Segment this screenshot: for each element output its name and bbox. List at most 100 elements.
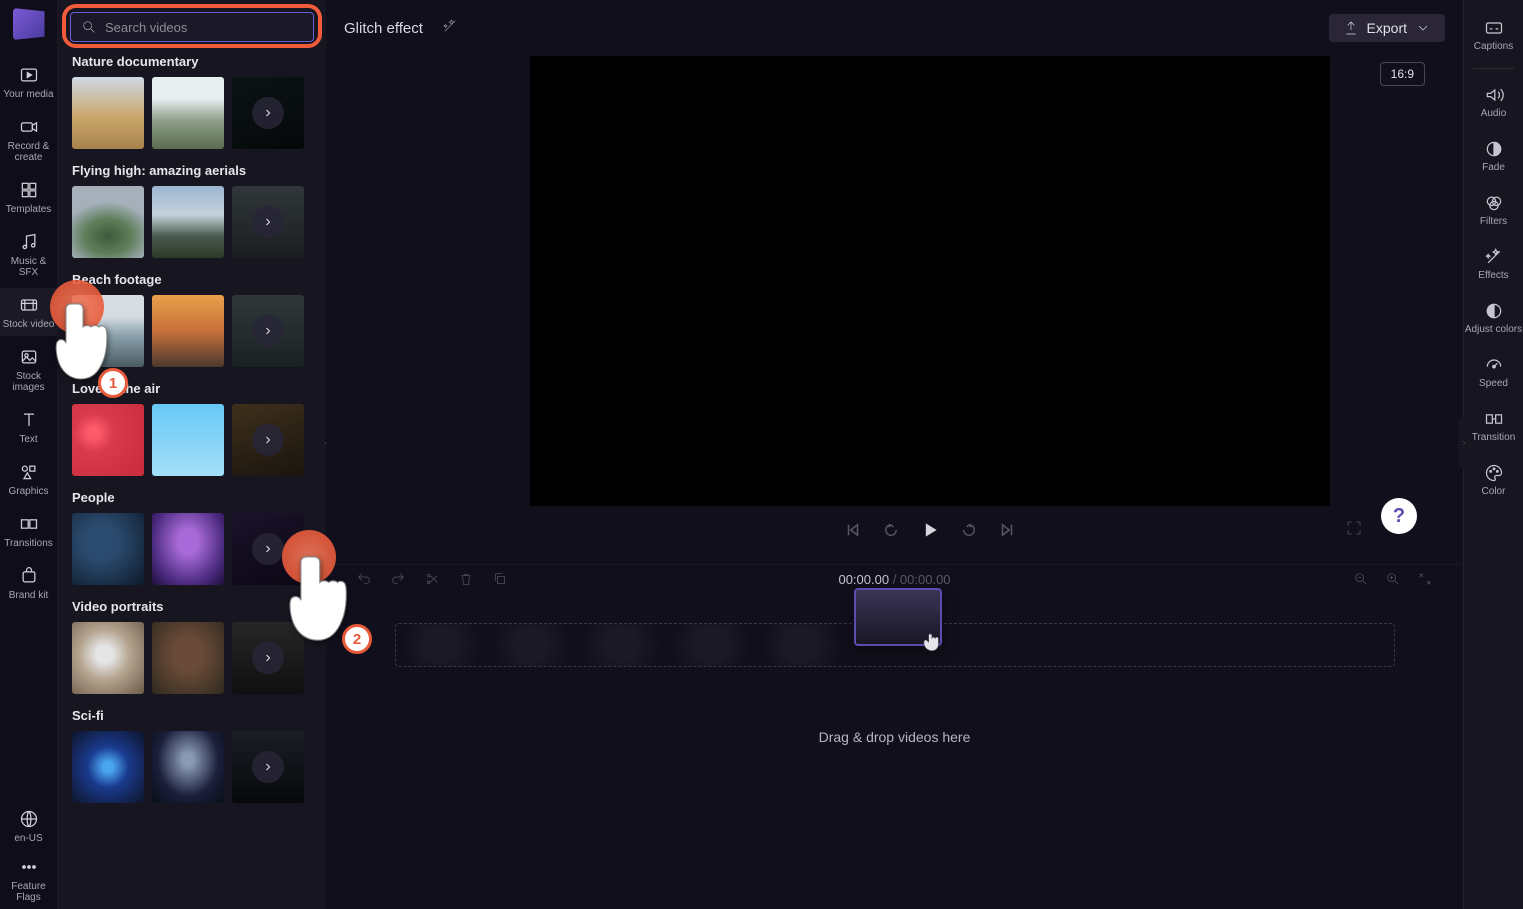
search-input[interactable]: [105, 20, 303, 35]
music-icon: [18, 231, 40, 253]
main-area: Glitch effect Export 16:9 00:00.00 / 00:…: [326, 0, 1463, 909]
nav-text[interactable]: Text: [0, 403, 57, 451]
prop-filters[interactable]: Filters: [1464, 185, 1523, 235]
category-more-button[interactable]: [252, 533, 284, 565]
nav-brand-kit[interactable]: Brand kit: [0, 559, 57, 607]
stock-thumb[interactable]: [72, 186, 144, 258]
stock-thumb[interactable]: [72, 513, 144, 585]
prop-speed[interactable]: Speed: [1464, 347, 1523, 397]
media-icon: [18, 64, 40, 86]
color-icon: [1484, 463, 1504, 483]
fullscreen-button[interactable]: [1345, 519, 1363, 542]
duplicate-icon[interactable]: [492, 571, 508, 587]
templates-icon: [18, 179, 40, 201]
nav-stock-images[interactable]: Stock images: [0, 340, 57, 399]
audio-icon: [1484, 85, 1504, 105]
stock-thumb[interactable]: [72, 295, 144, 367]
stock-thumb[interactable]: [72, 731, 144, 803]
nav-feature-flags[interactable]: Feature Flags: [0, 850, 57, 909]
nav-graphics[interactable]: Graphics: [0, 455, 57, 503]
stock-thumb[interactable]: [152, 731, 224, 803]
nav-language[interactable]: en-US: [0, 802, 57, 850]
app-logo[interactable]: [13, 8, 45, 40]
category-title: Love in the air: [72, 381, 312, 396]
skip-back-icon[interactable]: [844, 521, 862, 539]
nav-label: Text: [19, 434, 37, 445]
zoom-in-icon[interactable]: [1385, 571, 1401, 587]
nav-label: Graphics: [8, 486, 48, 497]
play-button[interactable]: [920, 520, 940, 540]
collapse-right-panel-button[interactable]: [1458, 418, 1470, 468]
category-video-portraits: Video portraits: [72, 599, 312, 694]
dragging-clip-preview[interactable]: [854, 588, 942, 646]
category-more-button[interactable]: [252, 642, 284, 674]
fit-timeline-icon[interactable]: [1417, 571, 1433, 587]
video-preview[interactable]: [530, 56, 1330, 506]
stock-category-list[interactable]: Nature documentary Flying high: amazing …: [58, 54, 326, 909]
search-icon: [81, 19, 97, 35]
nav-stock-video[interactable]: Stock video: [0, 288, 57, 336]
nav-your-media[interactable]: Your media: [0, 58, 57, 106]
skip-forward-icon[interactable]: [998, 521, 1016, 539]
timeline-area[interactable]: Drag & drop videos here: [326, 593, 1463, 909]
zoom-out-icon[interactable]: [1353, 571, 1369, 587]
category-title: People: [72, 490, 312, 505]
prop-fade[interactable]: Fade: [1464, 131, 1523, 181]
step-back-icon[interactable]: [882, 521, 900, 539]
prop-audio[interactable]: Audio: [1464, 77, 1523, 127]
nav-templates[interactable]: Templates: [0, 173, 57, 221]
aspect-ratio-button[interactable]: 16:9: [1380, 62, 1425, 86]
right-properties-rail: Captions Audio Fade Filters Effects Adju…: [1463, 0, 1523, 909]
step-forward-icon[interactable]: [960, 521, 978, 539]
stock-thumb[interactable]: [72, 404, 144, 476]
prop-transition[interactable]: Transition: [1464, 401, 1523, 451]
magic-wand-icon[interactable]: [441, 17, 459, 40]
timeline-drop-target[interactable]: [395, 623, 1395, 667]
category-more-button[interactable]: [252, 97, 284, 129]
prop-label: Adjust colors: [1465, 324, 1522, 335]
nav-music-sfx[interactable]: Music & SFX: [0, 225, 57, 284]
prop-label: Fade: [1482, 162, 1505, 173]
nav-label: Record & create: [0, 141, 57, 163]
stock-thumb[interactable]: [72, 77, 144, 149]
prop-label: Captions: [1474, 41, 1513, 52]
category-beach-footage: Beach footage: [72, 272, 312, 367]
stock-thumb[interactable]: [152, 404, 224, 476]
category-title: Flying high: amazing aerials: [72, 163, 312, 178]
category-flying-high: Flying high: amazing aerials: [72, 163, 312, 258]
stock-thumb[interactable]: [152, 295, 224, 367]
prop-label: Audio: [1481, 108, 1507, 119]
category-more-button[interactable]: [252, 206, 284, 238]
export-button[interactable]: Export: [1329, 14, 1445, 42]
split-icon[interactable]: [424, 571, 440, 587]
nav-record-create[interactable]: Record & create: [0, 110, 57, 169]
redo-icon[interactable]: [390, 571, 406, 587]
undo-icon[interactable]: [356, 571, 372, 587]
delete-icon[interactable]: [458, 571, 474, 587]
category-more-button[interactable]: [252, 424, 284, 456]
prop-color[interactable]: Color: [1464, 455, 1523, 505]
category-title: Nature documentary: [72, 54, 312, 69]
prop-effects[interactable]: Effects: [1464, 239, 1523, 289]
prop-adjust-colors[interactable]: Adjust colors: [1464, 293, 1523, 343]
stock-thumb[interactable]: [152, 77, 224, 149]
nav-label: Feature Flags: [0, 881, 57, 903]
category-more-button[interactable]: [252, 751, 284, 783]
upload-icon: [1343, 20, 1359, 36]
help-button[interactable]: ?: [1381, 498, 1417, 534]
nav-label: Templates: [6, 204, 52, 215]
project-title[interactable]: Glitch effect: [344, 20, 423, 37]
prop-label: Filters: [1480, 216, 1507, 227]
stock-thumb[interactable]: [152, 513, 224, 585]
stock-thumb[interactable]: [152, 186, 224, 258]
prop-captions[interactable]: Captions: [1464, 10, 1523, 60]
speed-icon: [1484, 355, 1504, 375]
nav-transitions[interactable]: Transitions: [0, 507, 57, 555]
category-more-button[interactable]: [252, 315, 284, 347]
stock-thumb[interactable]: [72, 622, 144, 694]
filters-icon: [1484, 193, 1504, 213]
grab-cursor-icon: [920, 628, 946, 654]
stock-thumb[interactable]: [152, 622, 224, 694]
brand-kit-icon: [18, 565, 40, 587]
search-box[interactable]: [70, 12, 314, 42]
